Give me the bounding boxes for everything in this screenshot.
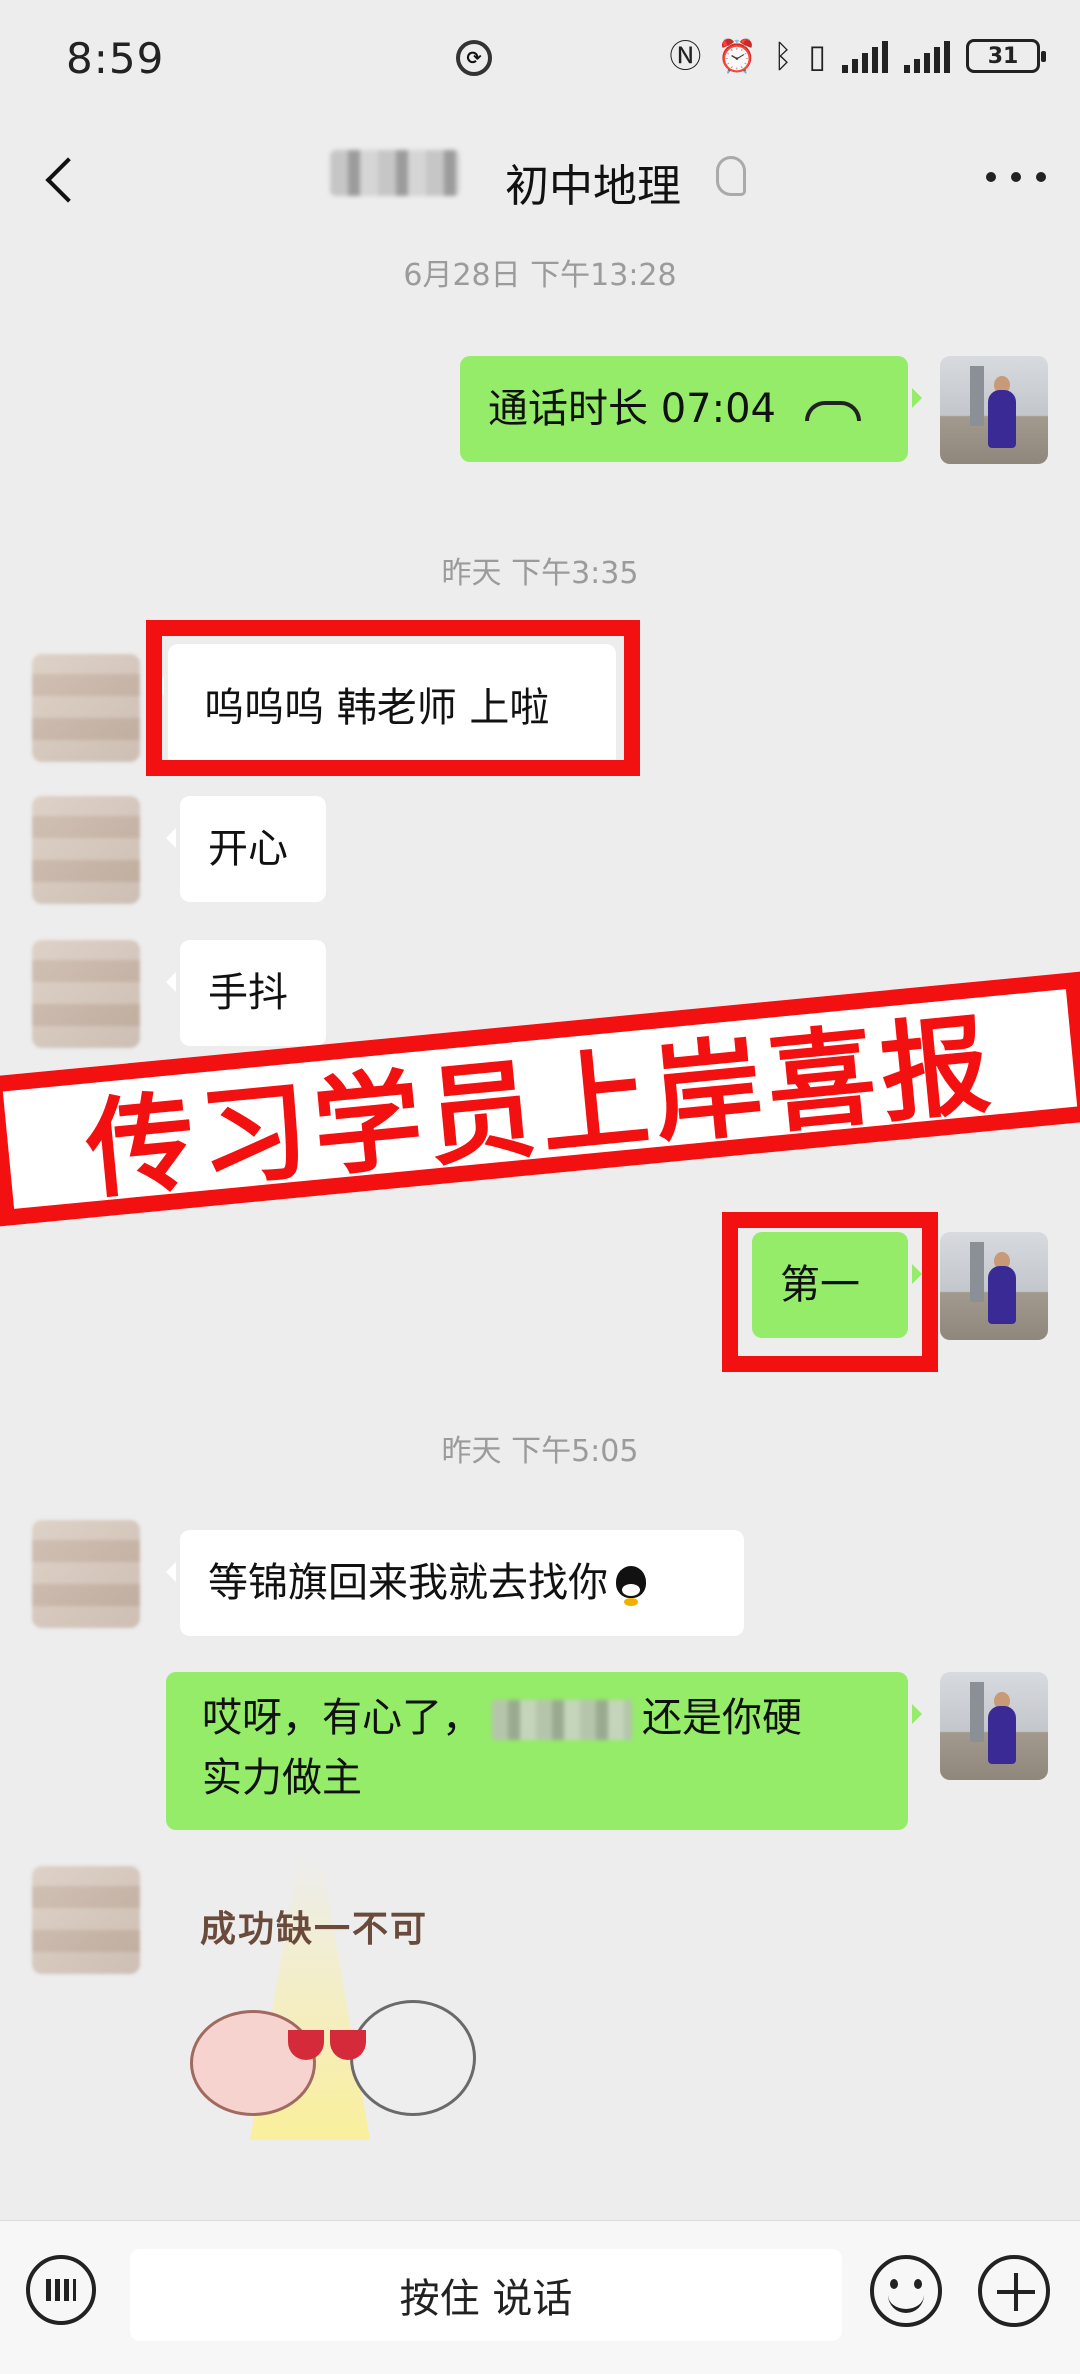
contact-avatar[interactable]: [32, 654, 140, 762]
message-text: 哎呀，有心了，: [202, 1695, 482, 1741]
signal-icon: [904, 39, 950, 73]
vibrate-icon: ▯: [808, 37, 826, 75]
message-text: 等锦旗回来我就去找你: [208, 1560, 608, 1606]
status-bar: 8:59 ⟳ Ⓝ ⏰ ᛒ ▯ 31: [0, 0, 1080, 120]
highlight-box: [722, 1212, 938, 1372]
nfc-icon: Ⓝ: [669, 37, 702, 75]
emoji-icon[interactable]: [870, 2255, 942, 2327]
message-line-2: 实力做主: [202, 1755, 362, 1801]
contact-avatar[interactable]: [32, 1520, 140, 1628]
blurred-contact-name: [330, 150, 460, 196]
back-arrow-icon[interactable]: [38, 150, 88, 210]
chat-title: 初中地理: [505, 161, 681, 212]
signal-icon: [842, 39, 888, 73]
bluetooth-icon: ᛒ: [773, 37, 793, 75]
dog-character-icon: [350, 2000, 476, 2116]
contact-avatar[interactable]: [32, 940, 140, 1048]
call-record-bubble[interactable]: 通话时长 07:04: [460, 356, 922, 462]
my-avatar[interactable]: [940, 1672, 1048, 1780]
message-bubble-incoming[interactable]: 手抖: [166, 940, 326, 1046]
my-avatar[interactable]: [940, 1232, 1048, 1340]
contact-avatar[interactable]: [32, 1866, 140, 1974]
more-icon[interactable]: [986, 172, 1046, 184]
chat-header: 初中地理: [0, 120, 1080, 238]
battery-icon: 31: [966, 39, 1046, 73]
promo-banner-overlay: 传习学员上岸喜报: [0, 971, 1080, 1227]
status-time: 8:59: [66, 34, 165, 83]
sync-icon: ⟳: [456, 40, 492, 76]
sticker-caption: 成功缺一不可: [200, 1909, 429, 1950]
timestamp: 昨天 下午3:35: [441, 556, 639, 591]
message-bubble-incoming[interactable]: 等锦旗回来我就去找你: [166, 1530, 744, 1636]
contact-avatar[interactable]: [32, 796, 140, 904]
alarm-icon: ⏰: [717, 37, 758, 75]
message-bubble-incoming[interactable]: 开心: [166, 796, 326, 902]
message-bubble-outgoing[interactable]: 哎呀，有心了， 还是你硬 实力做主: [166, 1672, 922, 1830]
message-text: 手抖: [208, 970, 288, 1016]
input-bar: 按住 说话: [0, 2220, 1080, 2374]
call-duration-text: 通话时长 07:04: [488, 386, 776, 432]
plus-icon[interactable]: [978, 2255, 1050, 2327]
message-line-1: 哎呀，有心了， 还是你硬: [202, 1688, 872, 1748]
phone-hangup-icon: [804, 401, 861, 421]
blurred-name: [492, 1700, 632, 1740]
pig-character-icon: [190, 2010, 316, 2116]
timestamp: 6月28日 下午13:28: [403, 258, 677, 293]
highlight-box: [146, 620, 640, 776]
timestamp: 昨天 下午5:05: [441, 1434, 639, 1469]
battery-level: 31: [987, 43, 1019, 69]
message-text: 还是你硬: [642, 1695, 802, 1741]
sticker-message[interactable]: 成功缺一不可: [180, 1860, 490, 2140]
keyboard-toggle-icon[interactable]: [26, 2255, 96, 2325]
earpiece-mode-icon: [716, 156, 746, 196]
hold-to-talk-button[interactable]: 按住 说话: [130, 2249, 842, 2341]
penguin-emoji-icon: [612, 1564, 650, 1606]
my-avatar[interactable]: [940, 356, 1048, 464]
message-text: 开心: [208, 826, 288, 872]
status-icons: Ⓝ ⏰ ᛒ ▯ 31: [669, 36, 1046, 76]
